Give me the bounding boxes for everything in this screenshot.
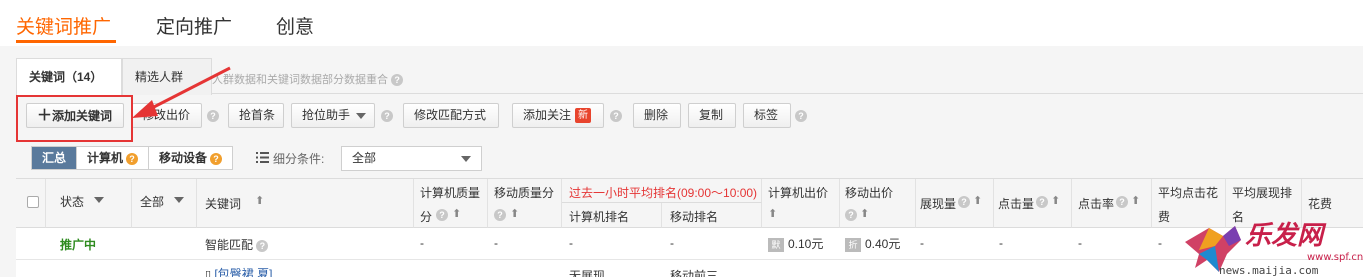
rank-helper-dropdown[interactable]: 抢位助手 — [291, 103, 375, 128]
filter-select[interactable]: 全部 — [341, 146, 482, 171]
segment-summary[interactable]: 汇总 — [32, 147, 78, 169]
watermark-logo: 乐发网 www.spf.cn news.maijia.com — [1185, 221, 1363, 277]
header-pc-bid[interactable]: 计算机出价 ⬆ — [762, 179, 840, 228]
header-mobile-bid[interactable]: 移动出价 ? ⬆ — [840, 179, 916, 228]
new-badge: 新 — [575, 108, 592, 124]
sort-icon: ⬆ — [1051, 195, 1061, 207]
subtab-keywords[interactable]: 关键词（14） — [16, 58, 122, 95]
mobile-bid-cell[interactable]: 折 0.40元 — [845, 235, 900, 252]
mobile-quality-cell: - — [494, 236, 498, 250]
avg-cpc-cell: - — [1158, 236, 1162, 250]
mobile-icon: ▯ — [205, 269, 212, 277]
pc-rank-cell: 无展现 — [569, 269, 606, 277]
crowd-data-note: 人群数据和关键词数据部分数据重合 ? — [212, 71, 404, 87]
sort-icon: ⬆ — [1131, 195, 1141, 207]
sort-icon: ⬆ — [510, 208, 520, 220]
segment-mobile[interactable]: 移动设备? — [149, 147, 232, 169]
tab-creative[interactable]: 创意 — [276, 12, 314, 39]
active-tab-underline — [16, 40, 116, 43]
annotation-highlight-box — [16, 95, 133, 142]
segment-computer[interactable]: 计算机? — [77, 147, 150, 169]
discount-bid-icon: 折 — [845, 237, 861, 252]
header-status[interactable]: 状态 — [46, 179, 132, 228]
impressions-cell: - — [920, 236, 924, 250]
filter-label: 细分条件: — [273, 152, 325, 166]
add-follow-button[interactable]: 添加关注新 — [512, 103, 604, 128]
status-badge: 推广中 — [60, 238, 97, 252]
annotation-arrow-icon — [132, 66, 231, 118]
delete-button[interactable]: 删除 — [633, 103, 681, 128]
keyword-cell: 智能匹配 ? — [205, 236, 269, 253]
watermark-url: news.maijia.com — [1219, 264, 1319, 277]
sort-icon: ⬆ — [768, 208, 778, 220]
help-icon[interactable]: ? — [795, 110, 807, 122]
header-pc-rank: 计算机排名 — [562, 203, 662, 228]
help-icon[interactable]: ? — [256, 239, 269, 252]
help-icon[interactable]: ? — [391, 74, 404, 87]
header-keyword[interactable]: 关键词 ⬆ — [197, 179, 414, 228]
default-bid-icon: 默 — [768, 237, 784, 252]
row-divider — [16, 259, 1363, 260]
sort-icon: ⬆ — [860, 208, 870, 220]
keyword-cell[interactable]: ▯ [包臀裙 夏] — [205, 265, 272, 277]
mobile-rank-cell: - — [670, 236, 674, 250]
header-impressions[interactable]: 展现量 ? ⬆ — [916, 179, 994, 228]
pc-bid-cell[interactable]: 默 0.10元 — [768, 235, 823, 252]
help-icon[interactable]: ? — [845, 209, 857, 221]
help-icon[interactable]: ? — [436, 209, 448, 221]
header-mobile-quality[interactable]: 移动质量分 ? ⬆ — [488, 179, 562, 228]
list-icon — [256, 152, 269, 163]
help-icon[interactable]: ? — [494, 209, 506, 221]
tab-keyword-promotion[interactable]: 关键词推广 — [16, 12, 111, 39]
header-pc-quality[interactable]: 计算机质量 分 ? ⬆ — [414, 179, 488, 228]
copy-button[interactable]: 复制 — [688, 103, 736, 128]
chevron-down-icon — [174, 197, 184, 203]
help-icon: ? — [126, 152, 139, 165]
clicks-cell: - — [999, 236, 1003, 250]
keyword-table: 状态 全部 关键词 ⬆ 计算机质量 分 ? ⬆ 移动质量分 ? ⬆ 过去一小时平… — [16, 178, 1363, 277]
ctr-cell: - — [1078, 236, 1082, 250]
help-icon: ? — [210, 152, 223, 165]
chevron-down-icon — [356, 112, 367, 119]
help-icon[interactable]: ? — [1116, 196, 1128, 208]
mobile-rank-cell: 移动前三 — [670, 269, 719, 277]
note-text: 人群数据和关键词数据部分数据重合 — [212, 74, 388, 86]
select-all-checkbox[interactable] — [27, 196, 39, 208]
header-checkbox-cell — [16, 179, 46, 228]
sort-icon: ⬆ — [973, 195, 983, 207]
watermark-text: 乐发网 — [1245, 221, 1327, 251]
help-icon[interactable]: ? — [381, 110, 393, 122]
chevron-down-icon — [461, 156, 471, 162]
header-mobile-rank: 移动排名 — [662, 203, 762, 228]
header-ctr[interactable]: 点击率 ? ⬆ — [1072, 179, 1152, 228]
header-clicks[interactable]: 点击量 ? ⬆ — [994, 179, 1072, 228]
device-segment-group: 汇总 计算机? 移动设备? — [31, 146, 234, 170]
tab-targeted-promotion[interactable]: 定向推广 — [156, 12, 232, 39]
help-icon[interactable]: ? — [610, 110, 622, 122]
sort-icon: ⬆ — [255, 195, 265, 207]
modify-match-button[interactable]: 修改匹配方式 — [403, 103, 499, 128]
top-tab-bar: 关键词推广 定向推广 创意 — [0, 0, 1363, 46]
pc-rank-cell: - — [569, 236, 573, 250]
header-rank-group: 过去一小时平均排名(09:00～10:00) — [562, 179, 762, 203]
help-icon[interactable]: ? — [958, 196, 970, 208]
sort-icon: ⬆ — [452, 208, 462, 220]
watermark-url2: www.spf.cn — [1307, 252, 1363, 263]
header-all[interactable]: 全部 — [132, 179, 197, 228]
pc-quality-cell: - — [420, 236, 424, 250]
help-icon[interactable]: ? — [1036, 196, 1048, 208]
tag-button[interactable]: 标签 — [743, 103, 791, 128]
chevron-down-icon — [94, 197, 104, 203]
